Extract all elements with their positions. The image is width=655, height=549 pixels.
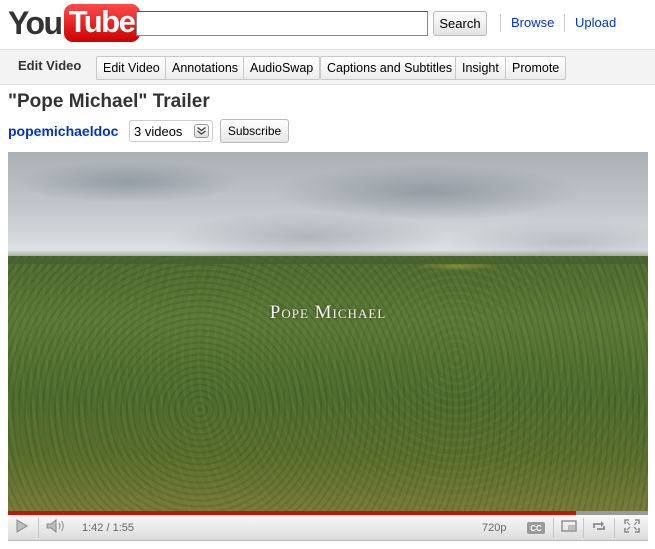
insight-button[interactable]: Insight: [455, 56, 506, 80]
owner-toolbar: Edit Video Edit Video Annotations AudioS…: [0, 49, 655, 85]
subscribe-button[interactable]: Subscribe: [220, 119, 289, 143]
play-button[interactable]: [8, 515, 36, 541]
time-display: 1:42 / 1:55: [82, 522, 134, 534]
captions-icon[interactable]: CC: [527, 522, 545, 534]
loop-button[interactable]: [586, 515, 612, 541]
audioswap-button[interactable]: AudioSwap: [243, 56, 321, 80]
controls-divider: [583, 518, 584, 538]
nav-divider: [564, 14, 565, 32]
upload-link[interactable]: Upload: [575, 14, 616, 32]
masthead: You Tube Search Browse Upload: [0, 0, 655, 48]
popout-icon: [561, 519, 577, 537]
controls-divider: [553, 518, 554, 538]
videos-count-label: 3 videos: [134, 123, 183, 139]
channel-videos-dropdown[interactable]: 3 videos: [129, 120, 213, 142]
controls-divider: [38, 518, 39, 538]
search-button[interactable]: Search: [433, 11, 487, 36]
video-frame[interactable]: Pope Michael: [8, 152, 648, 512]
logo-you: You: [8, 5, 63, 41]
player-controls: 1:42 / 1:55 720p CC: [8, 515, 648, 541]
play-icon: [16, 518, 28, 538]
channel-link[interactable]: popemichaeldoc: [8, 123, 118, 139]
video-sky: [8, 152, 648, 264]
youtube-logo[interactable]: You Tube: [8, 4, 141, 42]
volume-icon: [46, 518, 66, 538]
captions-subtitles-button[interactable]: Captions and Subtitles: [320, 56, 460, 80]
owner-toolbar-title: Edit Video: [18, 58, 82, 73]
video-horizon: [8, 250, 648, 264]
loop-icon: [591, 519, 607, 537]
edit-video-button[interactable]: Edit Video: [96, 56, 167, 80]
video-field: [8, 256, 648, 512]
video-overlay-title: Pope Michael: [269, 302, 387, 323]
quality-label[interactable]: 720p: [482, 522, 506, 534]
search-input[interactable]: [136, 11, 428, 36]
promote-button[interactable]: Promote: [505, 56, 567, 80]
video-title: "Pope Michael" Trailer: [8, 91, 210, 112]
volume-button[interactable]: [41, 515, 71, 541]
popout-button[interactable]: [556, 515, 582, 541]
chevron-down-icon: [194, 124, 209, 138]
fullscreen-button[interactable]: [617, 515, 647, 541]
fullscreen-icon: [624, 518, 640, 538]
browse-link[interactable]: Browse: [511, 14, 554, 32]
logo-tube: Tube: [63, 4, 141, 42]
nav-divider: [500, 14, 501, 32]
annotations-button[interactable]: Annotations: [165, 56, 246, 80]
controls-divider: [614, 518, 615, 538]
